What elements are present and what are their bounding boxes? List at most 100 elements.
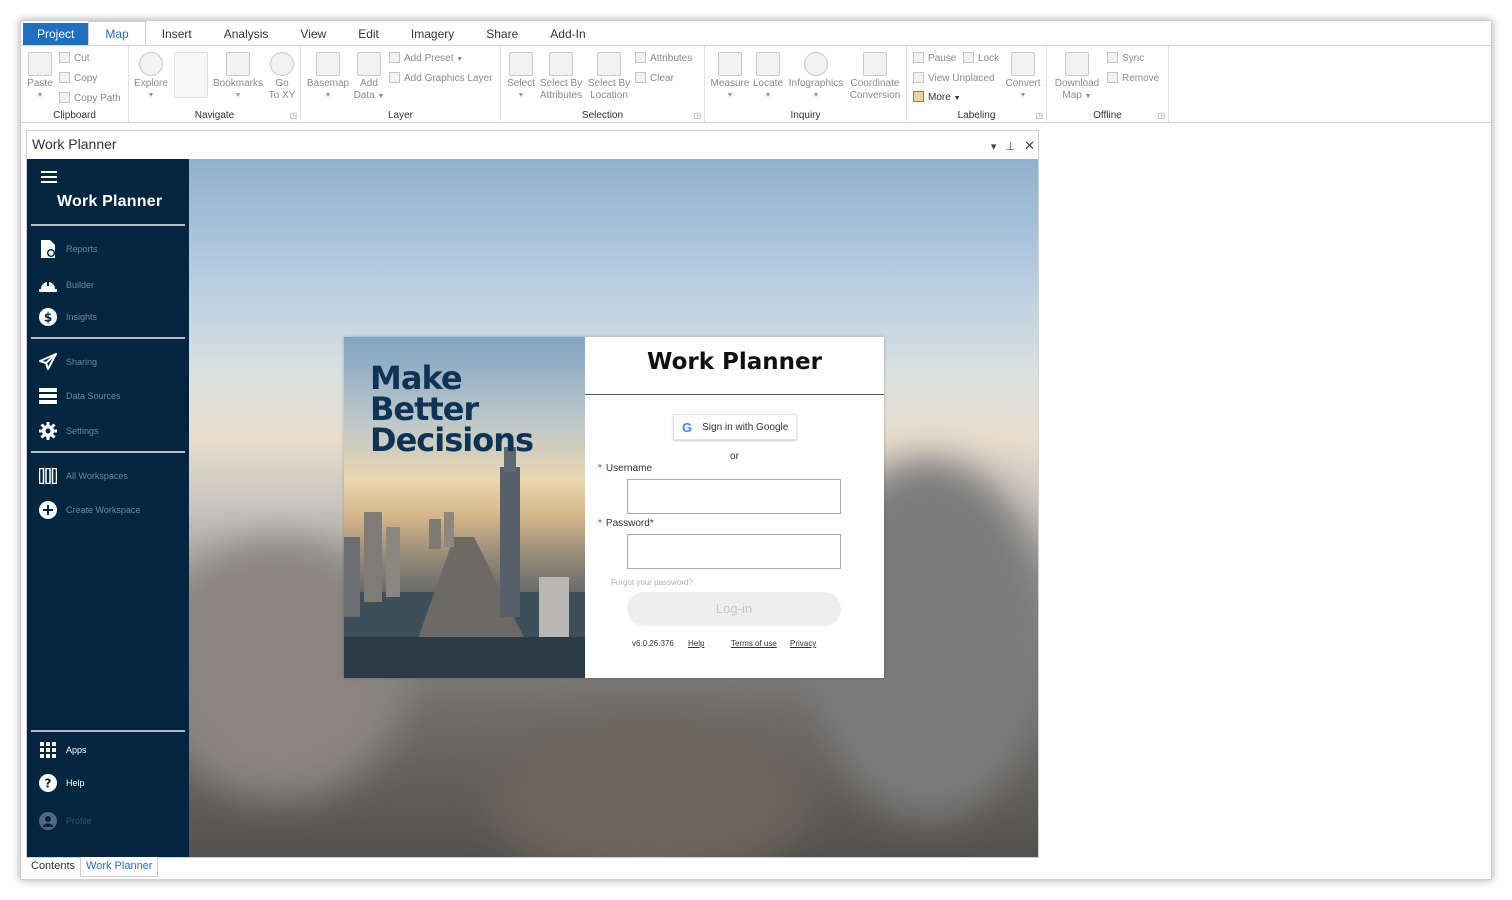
- sync-button[interactable]: Sync: [1107, 52, 1144, 66]
- more-label: More: [928, 92, 951, 103]
- go-to-xy-button[interactable]: Go To XY: [267, 52, 297, 102]
- attributes-button[interactable]: Attributes: [635, 52, 692, 66]
- password-field[interactable]: [627, 534, 841, 569]
- remove-button[interactable]: Remove: [1107, 72, 1159, 86]
- pause-icon: [913, 52, 924, 63]
- tab-edit[interactable]: Edit: [342, 23, 395, 45]
- dialog-launcher-icon[interactable]: ◳: [1157, 111, 1165, 120]
- login-card: Make Better Decisions Work Planner G Sig…: [344, 337, 884, 678]
- to-xy-label: To XY: [268, 90, 296, 101]
- lock-label: Lock: [978, 53, 1000, 64]
- sidebar-item-label: Profile: [66, 816, 92, 826]
- ruler-icon: [718, 52, 742, 76]
- google-sign-in-label: Sign in with Google: [702, 421, 789, 433]
- copy-button[interactable]: Copy: [59, 72, 97, 86]
- labeling-group: Pause Lock View Unplaced More ▼ Convert …: [907, 46, 1047, 123]
- navigate-group: Explore ▼ Bookmarks ▼ Go To XY Navigate …: [129, 46, 301, 123]
- layer-group-label: Layer: [387, 110, 413, 121]
- sidebar-item-all-workspaces[interactable]: All Workspaces: [39, 466, 128, 486]
- copy-label: Copy: [74, 73, 98, 84]
- select-by-location-button[interactable]: Select By Location: [585, 52, 633, 102]
- tab-imagery[interactable]: Imagery: [395, 23, 470, 45]
- pause-labeling-button[interactable]: Pause: [913, 52, 956, 66]
- sidebar-item-apps[interactable]: Apps: [39, 740, 87, 760]
- bookmarks-button[interactable]: Bookmarks ▼: [211, 52, 265, 102]
- tab-project[interactable]: Project: [23, 23, 89, 45]
- paste-button[interactable]: Paste ▼: [25, 52, 55, 102]
- download-map-button[interactable]: Download Map ▼: [1051, 52, 1103, 103]
- tab-share[interactable]: Share: [470, 23, 534, 45]
- basemap-button[interactable]: Basemap ▼: [305, 52, 351, 102]
- forgot-password-link[interactable]: Forgot your password?: [611, 578, 693, 587]
- login-button[interactable]: Log-in: [627, 592, 841, 626]
- add-graphics-layer-button[interactable]: Add Graphics Layer: [389, 72, 492, 86]
- pane-options-chevron-icon[interactable]: ▾: [991, 141, 997, 153]
- chevron-down-icon: ▼: [726, 92, 734, 99]
- select-by-attributes-icon: [549, 52, 573, 76]
- username-field[interactable]: [627, 479, 841, 514]
- chevron-down-icon: ▼: [36, 92, 44, 99]
- coordinate-conversion-icon: [863, 52, 887, 76]
- add-data-button[interactable]: Add Data ▼: [351, 52, 387, 103]
- sidebar-item-label: Settings: [66, 426, 99, 436]
- dialog-launcher-icon[interactable]: ◳: [1035, 111, 1043, 120]
- copy-path-button[interactable]: Copy Path: [59, 92, 121, 106]
- more-labeling-button[interactable]: More ▼: [913, 91, 961, 106]
- svg-text:?: ?: [45, 777, 52, 791]
- promo-panel: Make Better Decisions: [344, 337, 585, 678]
- pin-icon[interactable]: ⊥: [1005, 141, 1015, 153]
- chevron-down-icon: ▼: [1084, 93, 1092, 100]
- help-link[interactable]: Help: [688, 639, 704, 648]
- hamburger-menu-icon[interactable]: [41, 171, 57, 183]
- sidebar-item-builder[interactable]: Builder: [39, 275, 94, 295]
- tab-analysis[interactable]: Analysis: [208, 23, 285, 45]
- tab-view[interactable]: View: [284, 23, 342, 45]
- google-sign-in-button[interactable]: G Sign in with Google: [673, 414, 797, 440]
- locate-button[interactable]: Locate ▼: [751, 52, 785, 102]
- add-preset-icon: [389, 52, 400, 63]
- sidebar-item-data-sources[interactable]: Data Sources: [39, 386, 121, 406]
- select-by-attributes-button[interactable]: Select By Attributes: [537, 52, 585, 102]
- select-label: Select: [507, 78, 535, 89]
- tab-map[interactable]: Map: [88, 21, 146, 45]
- sidebar-item-reports[interactable]: Reports: [39, 239, 98, 259]
- clear-selection-button[interactable]: Clear: [635, 72, 674, 86]
- add-graphics-layer-label: Add Graphics Layer: [404, 73, 493, 84]
- labeling-group-label: Labeling: [957, 110, 996, 121]
- privacy-link[interactable]: Privacy: [790, 639, 816, 648]
- sidebar-item-create-workspace[interactable]: Create Workspace: [39, 500, 140, 520]
- tab-work-planner[interactable]: Work Planner: [80, 857, 159, 877]
- sidebar-item-profile[interactable]: Profile: [39, 811, 92, 831]
- sidebar-item-sharing[interactable]: Sharing: [39, 352, 97, 372]
- tab-insert[interactable]: Insert: [146, 23, 208, 45]
- close-icon[interactable]: ✕: [1024, 138, 1035, 153]
- chevron-down-icon: ▼: [812, 92, 820, 99]
- sidebar-item-help[interactable]: ? Help: [39, 773, 85, 793]
- add-preset-button[interactable]: Add Preset ▼: [389, 52, 463, 67]
- sidebar-item-settings[interactable]: Settings: [39, 421, 99, 441]
- dialog-launcher-icon[interactable]: ◳: [693, 111, 701, 120]
- sidebar-item-label: All Workspaces: [66, 471, 128, 481]
- sidebar-divider: [31, 224, 185, 226]
- tab-add-in[interactable]: Add-In: [534, 23, 601, 45]
- lock-labeling-button[interactable]: Lock: [963, 52, 999, 66]
- dialog-launcher-icon[interactable]: ◳: [289, 111, 297, 120]
- login-form: Work Planner G Sign in with Google or * U…: [585, 337, 884, 678]
- view-unplaced-button[interactable]: View Unplaced: [913, 72, 995, 86]
- chevron-down-icon: ▼: [953, 95, 961, 102]
- navigate-tools[interactable]: [173, 52, 209, 100]
- tab-contents[interactable]: Contents: [26, 857, 80, 877]
- coordinate-conversion-button[interactable]: Coordinate Conversion: [847, 52, 903, 102]
- cut-button[interactable]: Cut: [59, 52, 90, 66]
- measure-button[interactable]: Measure ▼: [709, 52, 751, 102]
- sidebar-item-insights[interactable]: $ Insights: [39, 307, 97, 327]
- terms-link[interactable]: Terms of use: [731, 639, 777, 648]
- chevron-down-icon: ▼: [456, 56, 464, 63]
- sidebar-divider: [31, 337, 185, 339]
- data-label: Data: [353, 90, 375, 101]
- convert-button[interactable]: Convert ▼: [1003, 52, 1043, 102]
- required-asterisk: *: [598, 518, 602, 529]
- explore-button[interactable]: Explore ▼: [133, 52, 169, 102]
- infographics-button[interactable]: Infographics ▼: [785, 52, 847, 102]
- select-button[interactable]: Select ▼: [503, 52, 539, 102]
